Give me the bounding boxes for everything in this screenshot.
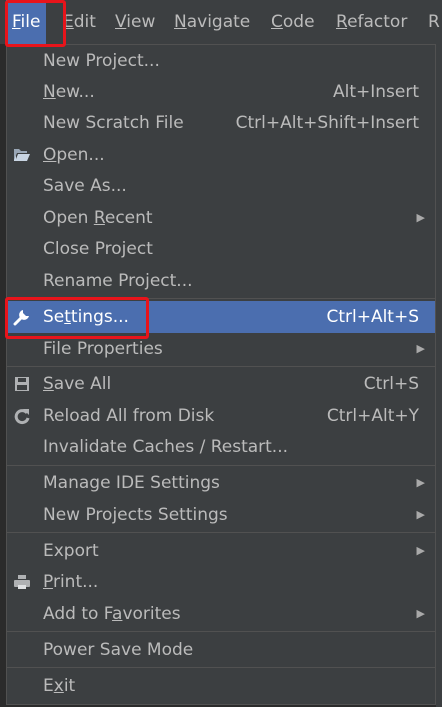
- menu-item-close-project[interactable]: Close Project: [7, 233, 435, 265]
- menu-item-label: Save As...: [43, 176, 127, 196]
- menu-item-invalidate-caches[interactable]: Invalidate Caches / Restart...: [7, 431, 435, 463]
- menu-edit-label: dit: [73, 12, 96, 32]
- menu-item-label: Settings...: [43, 307, 129, 327]
- chevron-right-icon: ▶: [416, 508, 425, 521]
- chevron-right-icon: ▶: [416, 544, 425, 557]
- menu-separator: [7, 366, 435, 367]
- menu-item-print[interactable]: Print...: [7, 566, 435, 598]
- printer-icon: [14, 575, 30, 589]
- chevron-right-icon: ▶: [416, 607, 425, 620]
- menu-item-label: Export: [43, 541, 99, 561]
- menu-item-label: Exit: [43, 676, 76, 696]
- menu-item-label: Manage IDE Settings: [43, 473, 220, 493]
- menu-edit[interactable]: Edit: [57, 0, 102, 44]
- reload-icon: [14, 409, 30, 425]
- menu-item-save-as[interactable]: Save As...: [7, 170, 435, 202]
- menu-item-power-save-mode[interactable]: Power Save Mode: [7, 634, 435, 666]
- menu-item-new[interactable]: New... Alt+Insert: [7, 76, 435, 108]
- menu-item-label: Rename Project...: [43, 271, 193, 291]
- menu-item-label: Open Recent: [43, 208, 153, 228]
- menu-overflow[interactable]: R: [422, 0, 442, 44]
- menu-view[interactable]: View: [109, 0, 161, 44]
- menu-view-label: iew: [126, 12, 156, 32]
- menu-item-open[interactable]: Open...: [7, 139, 435, 171]
- menu-item-new-project[interactable]: New Project...: [7, 45, 435, 77]
- menu-separator: [7, 298, 435, 299]
- menu-item-label: Print...: [43, 572, 99, 592]
- main-menubar: File Edit View Navigate Code Refactor R: [0, 0, 442, 44]
- menu-refactor-label: efactor: [347, 12, 408, 32]
- menu-item-shortcut: Ctrl+Alt+S: [326, 307, 419, 327]
- menu-item-label: Power Save Mode: [43, 640, 194, 660]
- menu-item-label: File Properties: [43, 339, 163, 359]
- menu-navigate-mnemonic: N: [174, 12, 187, 32]
- menu-item-save-all[interactable]: Save All Ctrl+S: [7, 368, 435, 400]
- menu-separator: [7, 631, 435, 632]
- menu-code-mnemonic: C: [271, 12, 283, 32]
- menu-item-label: New...: [43, 82, 95, 102]
- menu-item-label: New Scratch File: [43, 113, 184, 133]
- menu-item-label: New Project...: [43, 51, 160, 71]
- menu-item-label: Save All: [43, 374, 112, 394]
- menu-file[interactable]: File: [6, 0, 47, 44]
- file-menu-dropdown: New Project... New... Alt+Insert New Scr…: [6, 44, 436, 705]
- menu-item-label: Close Project: [43, 239, 153, 259]
- menu-item-new-projects-settings[interactable]: New Projects Settings ▶: [7, 499, 435, 531]
- menu-item-exit[interactable]: Exit: [7, 670, 435, 702]
- menu-item-shortcut: Alt+Insert: [332, 82, 419, 102]
- menu-item-shortcut: Ctrl+S: [363, 374, 419, 394]
- menu-item-new-scratch-file[interactable]: New Scratch File Ctrl+Alt+Shift+Insert: [7, 107, 435, 139]
- menu-item-settings[interactable]: Settings... Ctrl+Alt+S: [7, 301, 435, 333]
- menu-file-label: ile: [20, 12, 41, 32]
- floppy-disk-icon: [15, 377, 29, 391]
- menu-item-export[interactable]: Export ▶: [7, 535, 435, 567]
- menu-navigate[interactable]: Navigate: [168, 0, 256, 44]
- menu-refactor-mnemonic: R: [336, 12, 348, 32]
- menu-item-add-to-favorites[interactable]: Add to Favorites ▶: [7, 598, 435, 630]
- menu-navigate-label: avigate: [186, 12, 251, 32]
- menu-refactor[interactable]: Refactor: [330, 0, 413, 44]
- menu-separator: [7, 667, 435, 668]
- menu-item-label: Reload All from Disk: [43, 406, 215, 426]
- menu-item-label: Open...: [43, 145, 105, 165]
- menu-item-label: Invalidate Caches / Restart...: [43, 437, 289, 457]
- menu-item-open-recent[interactable]: Open Recent ▶: [7, 202, 435, 234]
- menu-code-label: ode: [282, 12, 315, 32]
- menu-separator: [7, 532, 435, 533]
- menu-item-shortcut: Ctrl+Alt+Shift+Insert: [235, 113, 419, 133]
- menu-edit-mnemonic: E: [63, 12, 74, 32]
- menu-item-file-properties[interactable]: File Properties ▶: [7, 333, 435, 365]
- menu-item-reload-all[interactable]: Reload All from Disk Ctrl+Alt+Y: [7, 400, 435, 432]
- menu-item-manage-ide-settings[interactable]: Manage IDE Settings ▶: [7, 467, 435, 499]
- chevron-right-icon: ▶: [416, 476, 425, 489]
- menu-separator: [7, 465, 435, 466]
- menu-overflow-label: R: [428, 12, 440, 32]
- menu-item-rename-project[interactable]: Rename Project...: [7, 265, 435, 297]
- menu-item-label: New Projects Settings: [43, 505, 228, 525]
- editor-background-right: [436, 44, 442, 707]
- menu-item-shortcut: Ctrl+Alt+Y: [326, 406, 419, 426]
- folder-open-icon: [14, 149, 30, 161]
- chevron-right-icon: ▶: [416, 211, 425, 224]
- wrench-icon: [13, 310, 29, 326]
- chevron-right-icon: ▶: [416, 342, 425, 355]
- menu-code[interactable]: Code: [265, 0, 321, 44]
- menu-file-mnemonic: F: [12, 12, 21, 32]
- menu-view-mnemonic: V: [115, 12, 127, 32]
- menu-item-label: Add to Favorites: [43, 604, 181, 624]
